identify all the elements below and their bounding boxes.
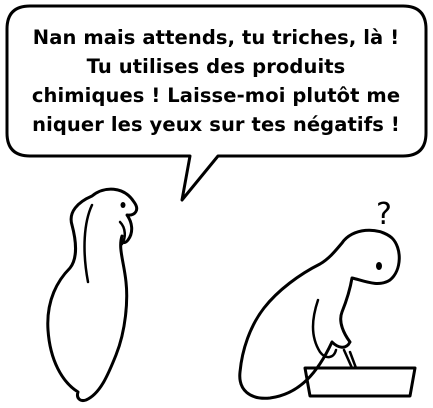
speech-line-4: niquer les yeux sur tes négatifs ! bbox=[32, 113, 400, 136]
shouting-character-eye bbox=[120, 202, 126, 208]
confused-character-body bbox=[238, 228, 401, 400]
speech-line-1: Nan mais attends, tu triches, là ! bbox=[33, 26, 399, 49]
developing-tray bbox=[303, 348, 417, 398]
shouting-character-arm bbox=[83, 203, 94, 284]
comic-panel: Nan mais attends, tu triches, là ! Tu ut… bbox=[5, 4, 428, 402]
shouting-character-body bbox=[46, 187, 139, 402]
shouting-character bbox=[46, 187, 139, 402]
tray-tongs bbox=[342, 348, 358, 370]
speech-bubble: Nan mais attends, tu triches, là ! Tu ut… bbox=[5, 4, 428, 202]
confused-character-arm bbox=[311, 298, 338, 359]
question-mark-icon: ? bbox=[376, 197, 392, 232]
confused-character-eye bbox=[376, 262, 382, 270]
speech-line-2: Tu utilises des produits bbox=[87, 55, 346, 78]
speech-line-3: chimiques ! Laisse-moi plutôt me bbox=[32, 84, 400, 107]
tray-outline bbox=[303, 366, 417, 398]
